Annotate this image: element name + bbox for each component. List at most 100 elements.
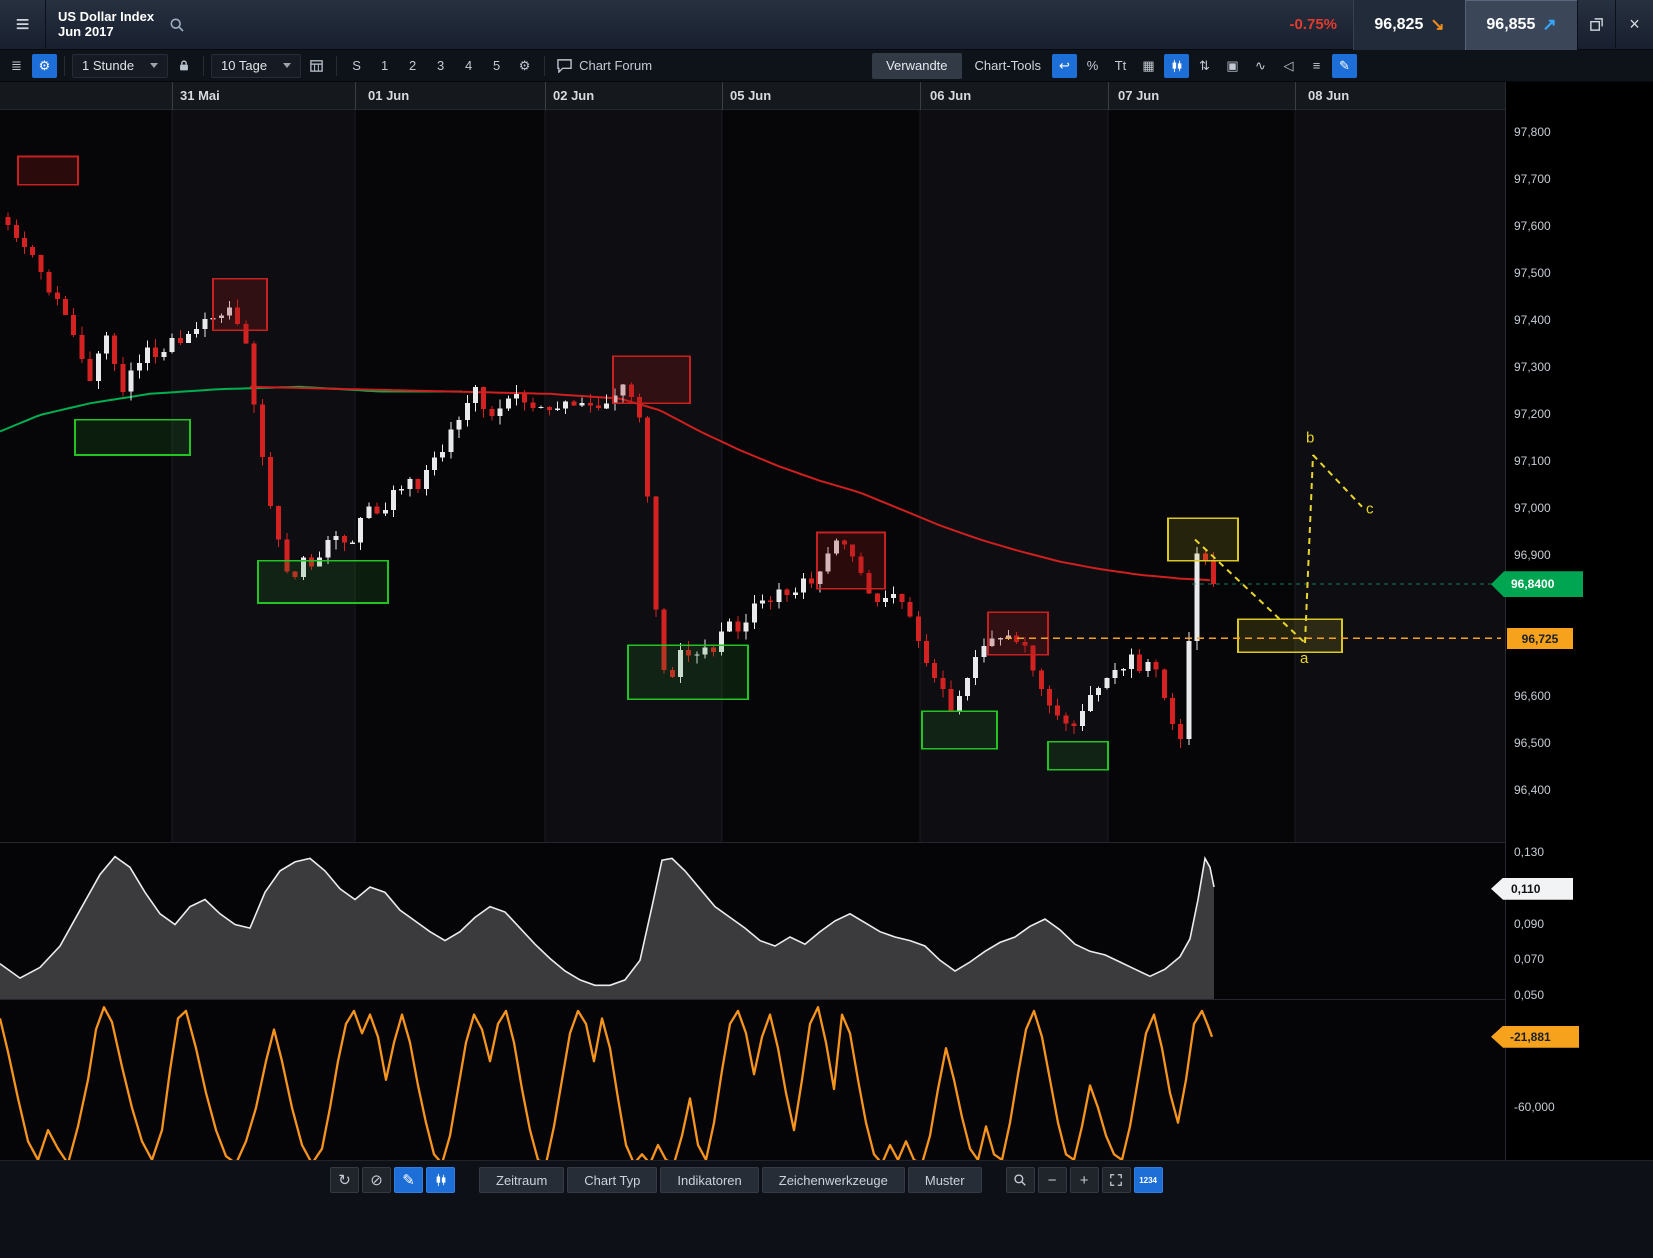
indicator2-panel[interactable] xyxy=(0,1000,1505,1175)
indicator1-tick-label: 0,130 xyxy=(1514,845,1544,859)
popout-button[interactable] xyxy=(1577,0,1615,50)
range-dropdown[interactable]: 10 Tage xyxy=(211,54,301,78)
percent-scale-button[interactable]: % xyxy=(1080,54,1105,78)
price-tick-label: 97,500 xyxy=(1514,266,1551,280)
indicator1-tick-label: 0,090 xyxy=(1514,917,1544,931)
indicator1-tick-label: 0,070 xyxy=(1514,952,1544,966)
chevron-down-icon xyxy=(150,63,158,68)
period-button-3[interactable]: 3 xyxy=(428,54,453,78)
fit-chart-button[interactable] xyxy=(1102,1167,1131,1193)
instrument-expiry: Jun 2017 xyxy=(58,25,154,40)
drawing-box-red xyxy=(613,356,690,403)
trend-label: a xyxy=(1300,650,1309,667)
period-button-4[interactable]: 4 xyxy=(456,54,481,78)
draw-button[interactable]: ✎ xyxy=(1332,54,1357,78)
settings-button[interactable]: ⚙ xyxy=(32,54,57,78)
collapse-panel-button[interactable]: ◁ xyxy=(1276,54,1301,78)
news-button[interactable]: ≣ xyxy=(4,54,29,78)
popout-icon xyxy=(1589,17,1604,32)
wave-icon: ∿ xyxy=(1255,58,1266,74)
draw-mode-button[interactable]: ✎ xyxy=(394,1167,423,1193)
session-band xyxy=(0,110,172,843)
pencil-icon: ✎ xyxy=(1339,58,1350,74)
lock-icon xyxy=(177,58,191,73)
scale-button[interactable]: ⇅ xyxy=(1192,54,1217,78)
indicator1-tick-label: 0,050 xyxy=(1514,988,1544,1002)
indikatoren-button[interactable]: Indikatoren xyxy=(660,1167,758,1193)
bottom-toolbar: ↻ ⊘ ✎ Zeitraum Chart Typ Indikatoren Zei… xyxy=(330,1166,1163,1194)
undo-icon: ↩ xyxy=(1059,58,1070,74)
period-button-5[interactable]: 5 xyxy=(484,54,509,78)
indicator1-panel[interactable] xyxy=(0,843,1505,1000)
drawing-box-red xyxy=(988,612,1048,654)
text-size-button[interactable]: Tt xyxy=(1108,54,1133,78)
panel-divider[interactable] xyxy=(0,999,1653,1000)
session-band xyxy=(722,110,920,843)
calendar-icon xyxy=(309,58,324,73)
top-bar: ≡ US Dollar Index Jun 2017 -0.75% 96,825… xyxy=(0,0,1653,50)
drawing-box-yellow xyxy=(1168,518,1238,560)
price-tick-label: 97,400 xyxy=(1514,313,1551,327)
date-label: 02 Jun xyxy=(553,88,594,103)
toolbar-divider xyxy=(544,56,545,76)
period-button-1[interactable]: 1 xyxy=(372,54,397,78)
gridlines-button[interactable]: ▦ xyxy=(1136,54,1161,78)
date-label: 07 Jun xyxy=(1118,88,1159,103)
zoom-out-button[interactable]: − xyxy=(1038,1167,1067,1193)
zeitraum-button[interactable]: Zeitraum xyxy=(479,1167,564,1193)
price-axis[interactable]: 97,80097,70097,60097,50097,40097,30097,2… xyxy=(1505,82,1653,1258)
layout-button[interactable]: ▣ xyxy=(1220,54,1245,78)
date-label: 31 Mai xyxy=(180,88,220,103)
price-tick-label: 97,700 xyxy=(1514,172,1551,186)
sell-price-button[interactable]: 96,825 ↘ xyxy=(1353,0,1465,50)
candlestick-icon xyxy=(434,1173,448,1187)
panel-divider[interactable] xyxy=(0,842,1653,843)
price-tick-label: 96,900 xyxy=(1514,548,1551,562)
date-axis[interactable]: 31 Mai01 Jun02 Jun05 Jun06 Jun07 Jun08 J… xyxy=(0,82,1505,110)
change-percent: -0.75% xyxy=(1289,16,1337,33)
indicator1-value-badge: 0,110 xyxy=(1491,878,1573,900)
collapse-icon: ◁ xyxy=(1284,58,1294,74)
zoom-in-button[interactable]: + xyxy=(1070,1167,1099,1193)
main-chart-canvas[interactable]: abc xyxy=(0,110,1505,843)
gear-icon: ⚙ xyxy=(519,58,531,74)
chart-type-button[interactable] xyxy=(426,1167,455,1193)
candlestick-type-button[interactable] xyxy=(1164,54,1189,78)
lines-icon: ≡ xyxy=(1313,58,1321,73)
period-button-2[interactable]: 2 xyxy=(400,54,425,78)
drawing-box-red xyxy=(18,157,78,185)
news-icon: ≣ xyxy=(11,58,22,74)
candlestick-icon xyxy=(1170,59,1184,73)
calendar-button[interactable] xyxy=(304,54,329,78)
interval-dropdown[interactable]: 1 Stunde xyxy=(72,54,168,78)
drawing-box-green xyxy=(922,711,997,749)
price-tick-label: 97,100 xyxy=(1514,454,1551,468)
refresh-icon: ↻ xyxy=(338,1171,351,1189)
indicators-button[interactable]: ∿ xyxy=(1248,54,1273,78)
chart-forum-button[interactable]: Chart Forum xyxy=(552,54,656,78)
buy-price-button[interactable]: 96,855 ↗ xyxy=(1465,0,1577,50)
candle-count-button[interactable]: 1234 xyxy=(1134,1167,1163,1193)
chevron-down-icon xyxy=(283,63,291,68)
related-tab[interactable]: Verwandte xyxy=(872,53,961,79)
refresh-button[interactable]: ↻ xyxy=(330,1167,359,1193)
drawing-box-green xyxy=(258,561,388,603)
period-button-s[interactable]: S xyxy=(344,54,369,78)
grid-icon: ▦ xyxy=(1142,58,1154,74)
chart-typ-button[interactable]: Chart Typ xyxy=(567,1167,657,1193)
price-tick-label: 97,000 xyxy=(1514,501,1551,515)
disable-drawings-button[interactable]: ⊘ xyxy=(362,1167,391,1193)
close-button[interactable]: × xyxy=(1615,0,1653,50)
muster-button[interactable]: Muster xyxy=(908,1167,982,1193)
period-settings-button[interactable]: ⚙ xyxy=(512,54,537,78)
search-button[interactable] xyxy=(164,12,190,38)
drawing-list-button[interactable]: ≡ xyxy=(1304,54,1329,78)
zeichenwerkzeuge-button[interactable]: Zeichenwerkzeuge xyxy=(762,1167,905,1193)
menu-icon[interactable]: ≡ xyxy=(0,0,46,50)
undo-button[interactable]: ↩ xyxy=(1052,54,1077,78)
lock-button[interactable] xyxy=(171,54,196,78)
zoom-button[interactable] xyxy=(1006,1167,1035,1193)
date-tick xyxy=(920,82,921,110)
price-down-arrow-icon: ↘ xyxy=(1430,15,1444,35)
trading-app-window: ≡ US Dollar Index Jun 2017 -0.75% 96,825… xyxy=(0,0,1653,1258)
